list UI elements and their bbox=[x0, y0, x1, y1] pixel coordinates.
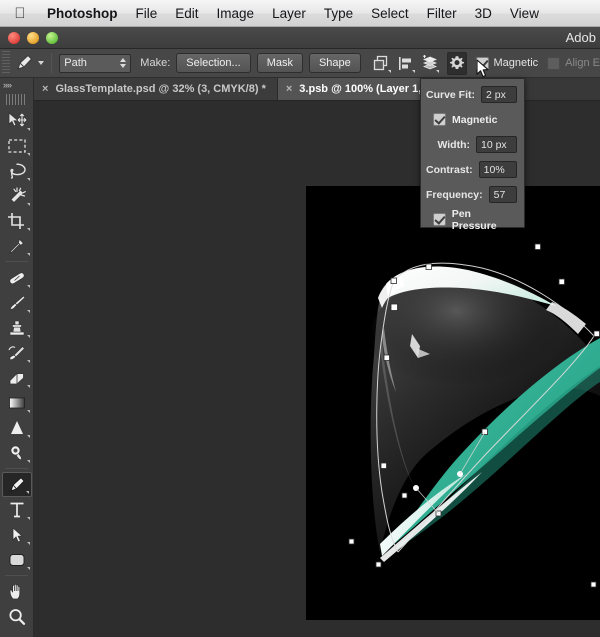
options-bar-grip[interactable] bbox=[2, 51, 10, 75]
history-brush-tool[interactable] bbox=[2, 340, 32, 365]
pen-pressure-checkbox[interactable]: Pen Pressure bbox=[426, 209, 517, 230]
eyedropper-tool[interactable] bbox=[2, 233, 32, 258]
tools-divider-3 bbox=[5, 575, 28, 576]
clone-stamp-tool[interactable] bbox=[2, 315, 32, 340]
magnetic-option-checkbox[interactable]: Magnetic bbox=[426, 109, 517, 130]
align-edges-checkbox: Align E bbox=[547, 57, 600, 70]
document-tab[interactable]: × GlassTemplate.psd @ 32% (3, CMYK/8) * bbox=[34, 78, 278, 100]
menu-item-image[interactable]: Image bbox=[208, 6, 264, 21]
curve-fit-input[interactable]: 2 px bbox=[481, 86, 517, 103]
magnetic-option-label: Magnetic bbox=[452, 114, 498, 126]
close-icon[interactable]: × bbox=[42, 83, 48, 95]
curve-fit-row: Curve Fit: 2 px bbox=[426, 84, 517, 105]
macos-menubar:  Photoshop File Edit Image Layer Type S… bbox=[0, 0, 600, 27]
gear-icon[interactable] bbox=[447, 52, 467, 75]
hand-tool[interactable] bbox=[2, 579, 32, 604]
contrast-row: Contrast: 10% bbox=[426, 159, 517, 180]
menu-item-type[interactable]: Type bbox=[315, 6, 362, 21]
healing-brush-tool[interactable] bbox=[2, 265, 32, 290]
brush-tool[interactable] bbox=[2, 290, 32, 315]
contrast-label: Contrast: bbox=[426, 164, 479, 176]
image-canvas[interactable] bbox=[306, 186, 600, 620]
path-selection-tool[interactable] bbox=[2, 522, 32, 547]
tools-panel: »» bbox=[0, 78, 34, 637]
pen-tool[interactable] bbox=[2, 472, 32, 497]
dodge-tool[interactable] bbox=[2, 440, 32, 465]
make-label: Make: bbox=[140, 57, 170, 69]
make-selection-button[interactable]: Selection... bbox=[176, 53, 250, 73]
glass-shard-artwork bbox=[306, 186, 600, 620]
pen-pressure-check-icon[interactable] bbox=[433, 213, 446, 226]
align-edges-check-icon bbox=[547, 57, 560, 70]
type-tool[interactable] bbox=[2, 497, 32, 522]
path-alignment-icon[interactable] bbox=[397, 52, 415, 74]
close-icon[interactable]: × bbox=[286, 83, 292, 95]
menu-item-edit[interactable]: Edit bbox=[166, 6, 207, 21]
window-titlebar: Adob bbox=[0, 27, 600, 49]
contrast-input[interactable]: 10% bbox=[479, 161, 517, 178]
pen-tool-icon[interactable] bbox=[14, 52, 35, 74]
mouse-pointer-icon bbox=[476, 59, 490, 84]
window-controls bbox=[8, 32, 58, 44]
make-mask-button[interactable]: Mask bbox=[257, 53, 303, 73]
path-arrangement-icon[interactable] bbox=[421, 52, 439, 74]
eraser-tool[interactable] bbox=[2, 365, 32, 390]
path-mode-stepper-icon[interactable] bbox=[120, 58, 126, 68]
document-tab-active[interactable]: × 3.psb @ 100% (Layer 1, bbox=[278, 78, 433, 100]
menu-item-file[interactable]: File bbox=[127, 6, 167, 21]
width-row: Width: 10 px bbox=[426, 134, 517, 155]
photoshop-window:  Photoshop File Edit Image Layer Type S… bbox=[0, 0, 600, 637]
lasso-tool[interactable] bbox=[2, 158, 32, 183]
tools-panel-grip[interactable] bbox=[6, 94, 27, 105]
marquee-tool[interactable] bbox=[2, 133, 32, 158]
width-label: Width: bbox=[426, 139, 476, 151]
path-mode-value: Path bbox=[64, 57, 87, 69]
curve-fit-label: Curve Fit: bbox=[426, 89, 481, 101]
menu-item-view[interactable]: View bbox=[501, 6, 548, 21]
path-mode-select[interactable]: Path bbox=[59, 54, 131, 73]
width-input[interactable]: 10 px bbox=[476, 136, 517, 153]
blur-tool[interactable] bbox=[2, 415, 32, 440]
magic-wand-tool[interactable] bbox=[2, 183, 32, 208]
crop-tool[interactable] bbox=[2, 208, 32, 233]
window-title: Adob bbox=[566, 30, 596, 45]
divider bbox=[51, 53, 52, 73]
tools-divider-2 bbox=[5, 468, 28, 469]
menu-item-layer[interactable]: Layer bbox=[263, 6, 315, 21]
close-button[interactable] bbox=[8, 32, 20, 44]
minimize-button[interactable] bbox=[27, 32, 39, 44]
menu-item-select[interactable]: Select bbox=[362, 6, 418, 21]
frequency-row: Frequency: 57 bbox=[426, 184, 517, 205]
menu-item-filter[interactable]: Filter bbox=[418, 6, 466, 21]
menu-item-photoshop[interactable]: Photoshop bbox=[38, 6, 127, 21]
apple-logo-icon[interactable]:  bbox=[11, 6, 29, 21]
tools-divider bbox=[5, 261, 28, 262]
options-bar: Path Make: Selection... Mask Shape bbox=[0, 49, 600, 78]
shape-tool[interactable] bbox=[2, 547, 32, 572]
pen-pressure-label: Pen Pressure bbox=[452, 208, 517, 232]
tool-preset-chevron-down-icon[interactable] bbox=[38, 61, 44, 65]
gradient-tool[interactable] bbox=[2, 390, 32, 415]
path-operations-icon[interactable] bbox=[373, 52, 391, 74]
magnetic-pen-options-popup: Curve Fit: 2 px Magnetic Width: 10 px Co… bbox=[420, 78, 525, 228]
frequency-input[interactable]: 57 bbox=[489, 186, 517, 203]
double-chevron-right-icon[interactable]: »» bbox=[0, 78, 33, 92]
make-shape-button[interactable]: Shape bbox=[309, 53, 361, 73]
zoom-tool[interactable] bbox=[2, 604, 32, 629]
align-edges-label: Align E bbox=[565, 57, 600, 69]
frequency-label: Frequency: bbox=[426, 189, 489, 201]
zoom-button[interactable] bbox=[46, 32, 58, 44]
document-tab-label: 3.psb @ 100% (Layer 1, bbox=[299, 83, 421, 95]
magnetic-check-icon[interactable] bbox=[433, 113, 446, 126]
move-tool[interactable] bbox=[2, 108, 32, 133]
magnetic-label: Magnetic bbox=[494, 57, 539, 69]
document-tab-label: GlassTemplate.psd @ 32% (3, CMYK/8) * bbox=[55, 83, 265, 95]
menu-item-3d[interactable]: 3D bbox=[466, 6, 501, 21]
